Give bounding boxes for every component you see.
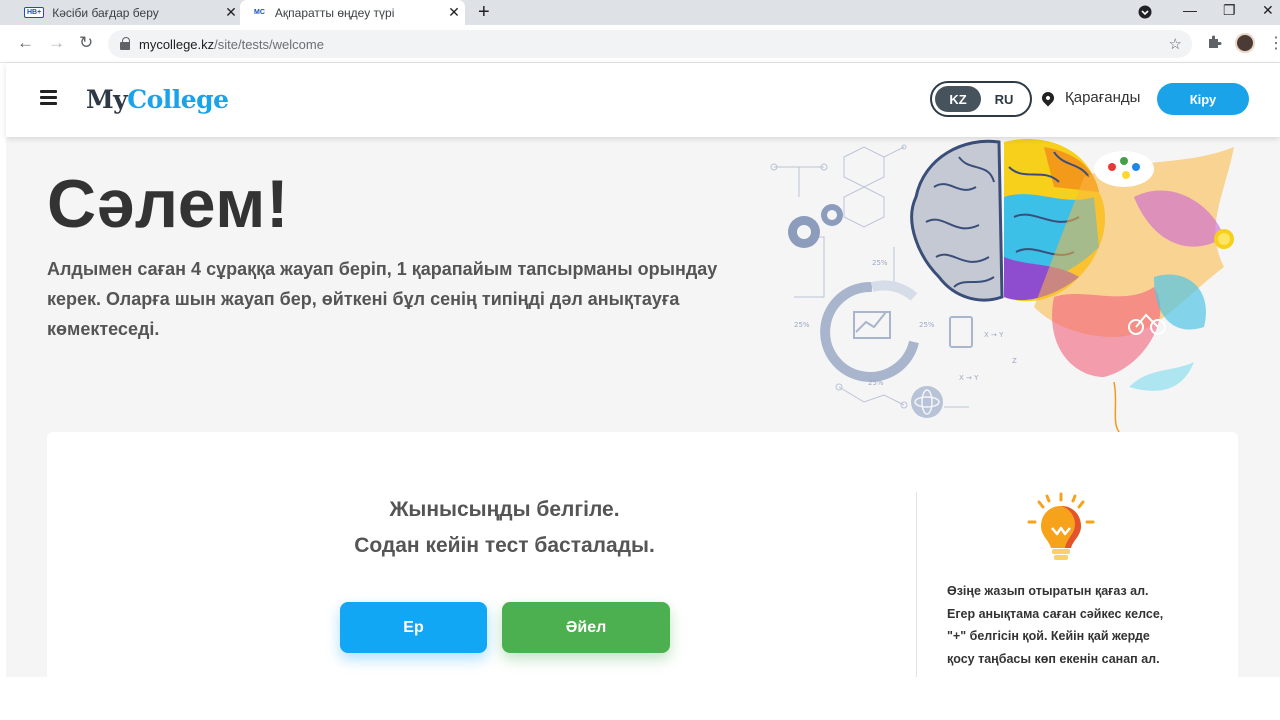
lang-kz-option[interactable]: KZ	[935, 86, 981, 112]
tab-close-icon[interactable]: ✕	[443, 4, 465, 21]
formula-label: X → Y	[959, 374, 979, 382]
hint-line: Егер анықтама саған сәйкес келсе,	[947, 606, 1164, 621]
chart-label: 25%	[872, 259, 888, 267]
prompt-line-1: Жынысыңды белгіле.	[389, 498, 620, 521]
lightbulb-icon	[1027, 492, 1095, 560]
instruction-hint: Өзіңе жазып отыратын қағаз ал. Егер анық…	[947, 580, 1207, 670]
bookmark-star-icon[interactable]: ☆	[1169, 35, 1182, 53]
hero-title: Сәлем!	[47, 166, 290, 242]
tab-title: Ақпаратты өңдеу түрі	[274, 5, 395, 20]
hint-line: қосу таңбасы көп екенін санап ал.	[947, 651, 1160, 666]
forward-arrow-icon[interactable]: →	[48, 33, 65, 53]
restore-icon[interactable]: ❐	[1223, 2, 1236, 19]
site-header: MyCollege KZ RU Қарағанды Кіру	[6, 63, 1280, 137]
hint-line: Өзіңе жазып отыратын қағаз ал.	[947, 584, 1149, 598]
close-window-icon[interactable]: ✕	[1262, 2, 1274, 19]
chart-label: 25%	[919, 321, 935, 329]
formula-label: X → Y	[984, 331, 1004, 339]
city-selector[interactable]: Қарағанды	[1039, 89, 1141, 106]
page-body: Сәлем! Алдымен саған 4 сұраққа жауап бер…	[6, 137, 1280, 677]
location-pin-icon	[1039, 89, 1057, 106]
browser-toolbar: ← → ↻ mycollege.kz/site/tests/welcome ☆	[0, 25, 1280, 63]
female-button[interactable]: Әйел	[502, 602, 670, 653]
lock-icon	[120, 37, 130, 50]
chart-label: 25%	[794, 321, 810, 329]
hint-line: "+" белгісін қой. Кейін қай жерде	[947, 629, 1150, 643]
reload-icon[interactable]: ↻	[79, 33, 93, 53]
male-button[interactable]: Ер	[340, 602, 487, 653]
extensions-puzzle-icon[interactable]	[1206, 34, 1222, 50]
chart-label: 25%	[868, 379, 884, 387]
address-bar[interactable]: mycollege.kz/site/tests/welcome ☆	[108, 30, 1192, 58]
browser-menu-icon[interactable]: ⋮	[1268, 33, 1280, 53]
tab-search-icon[interactable]	[1138, 5, 1152, 19]
card-divider	[916, 492, 917, 677]
city-label: Қарағанды	[1065, 89, 1141, 106]
minimize-icon[interactable]: —	[1183, 2, 1197, 18]
prompt-line-2: Содан кейін тест басталады.	[354, 534, 655, 557]
brain-illustration: 25% 25% 25% 25% X → Y X → Y Z	[770, 139, 1234, 437]
back-arrow-icon[interactable]: ←	[17, 33, 34, 53]
login-button[interactable]: Кіру	[1157, 83, 1249, 115]
tab-title: Кәсіби бағдар беру	[52, 5, 159, 20]
tab-favicon: MC	[254, 9, 265, 16]
formula-label: Z	[1012, 357, 1017, 365]
hamburger-menu-icon[interactable]	[40, 90, 57, 105]
lang-ru-option[interactable]: RU	[981, 86, 1027, 112]
logo-college: College	[127, 85, 229, 114]
url-path: /site/tests/welcome	[214, 36, 324, 52]
url-host: mycollege.kz	[139, 36, 215, 52]
browser-tab-2[interactable]: MC Ақпаратты өңдеу түрі ✕	[240, 0, 465, 25]
tab-close-icon[interactable]: ✕	[220, 4, 242, 21]
gender-selection-card: Жынысыңды белгіле. Содан кейін тест баст…	[47, 432, 1238, 677]
logo-my: My	[86, 85, 128, 114]
language-switch[interactable]: KZ RU	[930, 81, 1032, 117]
browser-tabstrip: НВ+ Кәсіби бағдар беру ✕ MC Ақпаратты өң…	[0, 0, 1280, 25]
gender-prompt: Жынысыңды белгіле. Содан кейін тест баст…	[47, 492, 962, 564]
profile-avatar[interactable]	[1235, 33, 1255, 53]
hero-description: Алдымен саған 4 сұраққа жауап беріп, 1 қ…	[47, 259, 718, 339]
browser-tab-1[interactable]: НВ+ Кәсіби бағдар беру ✕	[12, 0, 242, 25]
tab-favicon: НВ+	[24, 7, 45, 18]
site-logo[interactable]: MyCollege	[86, 85, 229, 114]
new-tab-plus-icon[interactable]: +	[478, 1, 490, 24]
